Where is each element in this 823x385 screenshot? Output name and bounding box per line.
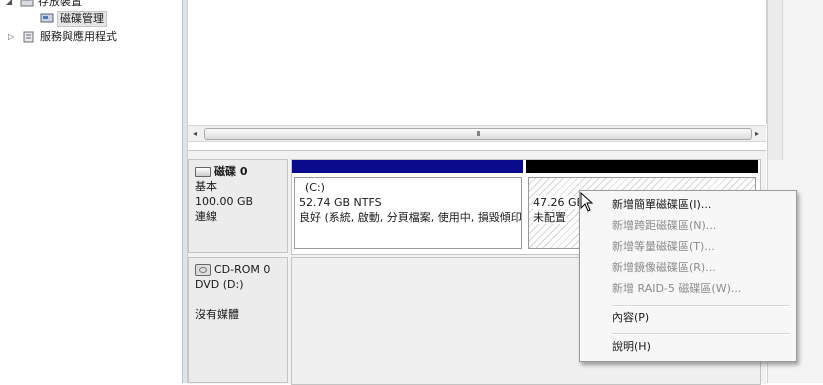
tree-item-services[interactable]: ▷ 服務與應用程式 — [8, 29, 178, 45]
cd-drive-icon — [195, 263, 211, 276]
unallocated-size: 47.26 GB — [533, 196, 585, 209]
tree-item-storage[interactable]: ◢ 存放裝置 — [6, 0, 176, 10]
menu-properties[interactable]: 內容(P) — [584, 308, 790, 328]
cdrom-0-info[interactable]: CD-ROM 0 DVD (D:) 沒有媒體 — [188, 257, 288, 383]
vertical-scrollbar[interactable] — [768, 0, 783, 160]
menu-new-spanned-volume: 新增跨距磁碟區(N)... — [612, 219, 717, 232]
disk-0-name: 磁碟 0 — [214, 165, 248, 178]
disk-0-name-row: 磁碟 0 — [195, 164, 281, 179]
storage-icon — [20, 0, 34, 7]
mouse-cursor-icon — [580, 192, 594, 212]
primary-partition-bar — [292, 160, 523, 173]
partition-c-size: 52.74 GB NTFS — [299, 196, 382, 209]
tree-item-label: 服務與應用程式 — [40, 30, 117, 43]
tree-item-label: 存放裝置 — [38, 0, 82, 8]
disk-0-type: 基本 — [195, 180, 217, 193]
partition-c-status: 良好 (系統, 啟動, 分頁檔案, 使用中, 損毀傾印 — [299, 211, 522, 224]
menu-separator — [612, 305, 790, 307]
services-icon — [23, 31, 34, 43]
menu-separator — [612, 333, 790, 335]
disk-0-info[interactable]: 磁碟 0 基本 100.00 GB 連線 — [188, 159, 288, 253]
scrollbar-grip: III — [476, 130, 480, 138]
partition-c-label: (C:) — [305, 181, 325, 194]
disk-management-icon — [40, 13, 54, 23]
menu-new-striped-volume: 新增等量磁碟區(T)... — [612, 240, 715, 253]
cdrom-0-name: CD-ROM 0 — [214, 263, 271, 276]
unallocated-status: 未配置 — [533, 211, 566, 224]
menu-help[interactable]: 說明(H) — [584, 337, 790, 357]
tree-item-label: 磁碟管理 — [57, 11, 107, 27]
disk-0-size: 100.00 GB — [195, 195, 254, 208]
menu-new-mirrored-volume: 新增鏡像磁碟區(R)... — [612, 261, 716, 274]
scroll-left-icon[interactable]: ◂ — [188, 126, 202, 141]
cdrom-0-status: 沒有媒體 — [195, 308, 239, 321]
cdrom-0-name-row: CD-ROM 0 — [195, 262, 281, 277]
context-menu: 新增簡單磁碟區(I)... 新增跨距磁碟區(N)... 新增等量磁碟區(T)..… — [579, 190, 797, 362]
collapse-icon[interactable]: ◢ — [6, 0, 14, 6]
menu-new-simple-volume[interactable]: 新增簡單磁碟區(I)... — [584, 195, 790, 215]
console-tree: ◢ 存放裝置 磁碟管理 ▷ 服務與應用程式 — [0, 0, 182, 383]
tree-item-disk-management[interactable]: 磁碟管理 — [40, 10, 170, 27]
volume-list[interactable] — [188, 0, 767, 124]
expand-icon[interactable]: ▷ — [8, 33, 16, 41]
unallocated-bar — [526, 160, 758, 173]
menu-new-raid5-volume: 新增 RAID-5 磁碟區(W)... — [612, 282, 742, 295]
horizontal-scrollbar[interactable]: ◂ III ▸ — [188, 125, 766, 142]
partition-c[interactable]: (C:) 52.74 GB NTFS 良好 (系統, 啟動, 分頁檔案, 使用中… — [294, 177, 522, 249]
cdrom-0-type: DVD (D:) — [195, 278, 244, 291]
scrollbar-thumb[interactable]: III — [204, 128, 752, 140]
scroll-right-icon[interactable]: ▸ — [750, 126, 764, 141]
disk-0-status: 連線 — [195, 210, 217, 223]
hard-disk-icon — [195, 166, 211, 177]
